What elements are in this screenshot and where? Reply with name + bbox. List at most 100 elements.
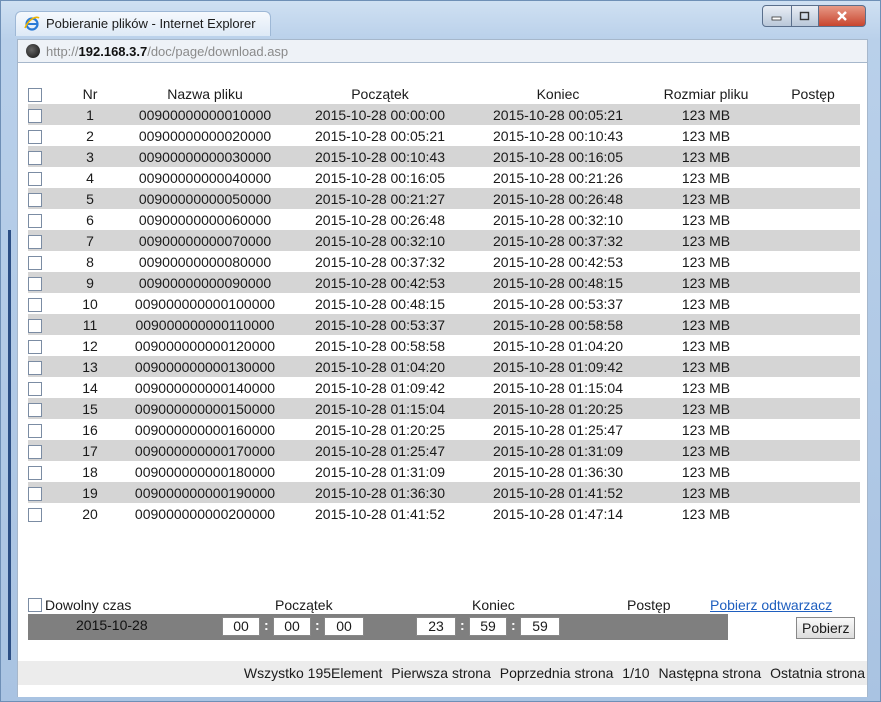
table-row[interactable]: 3 00900000000030000 2015-10-28 00:10:43 201…	[28, 146, 860, 167]
table-row[interactable]: 8 00900000000080000 2015-10-28 00:37:32 201…	[28, 251, 860, 272]
row-select-cell	[28, 188, 60, 209]
table-row[interactable]: 6 00900000000060000 2015-10-28 00:26:48 201…	[28, 209, 860, 230]
cell-name: 009000000000160000	[120, 419, 290, 440]
start-minute-input[interactable]: 00	[273, 617, 311, 636]
table-row[interactable]: 10 009000000000100000 2015-10-28 00:48:15 2…	[28, 293, 860, 314]
close-button[interactable]	[819, 5, 866, 27]
table-row[interactable]: 16 009000000000160000 2015-10-28 01:20:25 2…	[28, 419, 860, 440]
table-row[interactable]: 1 00900000000010000 2015-10-28 00:00:00 201…	[28, 104, 860, 125]
cell-end: 2015-10-28 01:47:14	[470, 503, 646, 524]
cell-size: 123 MB	[646, 146, 766, 167]
row-checkbox[interactable]	[28, 171, 42, 186]
window-title: Pobieranie plików - Internet Explorer	[46, 16, 256, 31]
row-checkbox[interactable]	[28, 192, 42, 207]
pager-next-page[interactable]: Następna strona	[658, 665, 761, 681]
table-row[interactable]: 14 009000000000140000 2015-10-28 01:09:42 2…	[28, 377, 860, 398]
minimize-button[interactable]	[762, 5, 792, 27]
table-row[interactable]: 7 00900000000070000 2015-10-28 00:32:10 201…	[28, 230, 860, 251]
cell-progress	[766, 209, 860, 230]
table-row[interactable]: 5 00900000000050000 2015-10-28 00:21:27 201…	[28, 188, 860, 209]
table-row[interactable]: 11 009000000000110000 2015-10-28 00:53:37 2…	[28, 314, 860, 335]
cell-progress	[766, 230, 860, 251]
cell-end: 2015-10-28 01:20:25	[470, 398, 646, 419]
row-select-cell	[28, 398, 60, 419]
row-checkbox[interactable]	[28, 486, 42, 501]
row-checkbox[interactable]	[28, 381, 42, 396]
table-row[interactable]: 19 009000000000190000 2015-10-28 01:36:30 2…	[28, 482, 860, 503]
row-checkbox[interactable]	[28, 318, 42, 333]
cell-nr: 4	[60, 167, 120, 188]
start-hour-input[interactable]: 00	[222, 617, 260, 636]
table-row[interactable]: 9 00900000000090000 2015-10-28 00:42:53 201…	[28, 272, 860, 293]
progress-label: Postęp	[627, 597, 671, 613]
end-hour-input[interactable]: 23	[416, 617, 456, 636]
cell-size: 123 MB	[646, 356, 766, 377]
table-row[interactable]: 4 00900000000040000 2015-10-28 00:16:05 201…	[28, 167, 860, 188]
row-checkbox[interactable]	[28, 360, 42, 375]
table-row[interactable]: 15 009000000000150000 2015-10-28 01:15:04 2…	[28, 398, 860, 419]
cell-end: 2015-10-28 00:53:37	[470, 293, 646, 314]
anytime-checkbox[interactable]	[28, 598, 42, 612]
cell-size: 123 MB	[646, 377, 766, 398]
row-checkbox[interactable]	[28, 507, 42, 522]
row-checkbox[interactable]	[28, 423, 42, 438]
row-checkbox[interactable]	[28, 339, 42, 354]
cell-nr: 18	[60, 461, 120, 482]
cell-size: 123 MB	[646, 209, 766, 230]
row-checkbox[interactable]	[28, 276, 42, 291]
cell-start: 2015-10-28 00:48:15	[290, 293, 470, 314]
cell-end: 2015-10-28 01:36:30	[470, 461, 646, 482]
pager-first-page[interactable]: Pierwsza strona	[391, 665, 491, 681]
download-button[interactable]: Pobierz	[796, 617, 856, 639]
row-checkbox[interactable]	[28, 297, 42, 312]
cell-end: 2015-10-28 00:32:10	[470, 209, 646, 230]
cell-name: 00900000000050000	[120, 188, 290, 209]
table-row[interactable]: 13 009000000000130000 2015-10-28 01:04:20 2…	[28, 356, 860, 377]
cell-nr: 17	[60, 440, 120, 461]
maximize-button[interactable]	[792, 5, 819, 27]
cell-end: 2015-10-28 00:05:21	[470, 104, 646, 125]
row-checkbox[interactable]	[28, 234, 42, 249]
title-bar: Pobieranie plików - Internet Explorer	[7, 3, 876, 37]
row-select-cell	[28, 251, 60, 272]
table-row[interactable]: 2 00900000000020000 2015-10-28 00:05:21 201…	[28, 125, 860, 146]
row-checkbox[interactable]	[28, 255, 42, 270]
cell-size: 123 MB	[646, 293, 766, 314]
cell-end: 2015-10-28 01:09:42	[470, 356, 646, 377]
row-checkbox[interactable]	[28, 129, 42, 144]
cell-start: 2015-10-28 00:16:05	[290, 167, 470, 188]
select-all-checkbox[interactable]	[28, 87, 42, 102]
close-icon	[837, 11, 847, 21]
address-bar[interactable]: http:// 192.168.3.7 /doc/page/download.a…	[17, 39, 868, 63]
header-size: Rozmiar pliku	[663, 85, 749, 102]
select-all-cell	[28, 83, 60, 104]
file-table: Nr Nazwa pliku Początek Koniec Rozmiar p…	[28, 83, 860, 524]
row-select-cell	[28, 293, 60, 314]
row-checkbox[interactable]	[28, 402, 42, 417]
row-checkbox[interactable]	[28, 465, 42, 480]
end-minute-input[interactable]: 59	[469, 617, 507, 636]
cell-name: 00900000000010000	[120, 104, 290, 125]
download-player-link[interactable]: Pobierz odtwarzacz	[710, 597, 832, 613]
row-checkbox[interactable]	[28, 150, 42, 165]
table-row[interactable]: 18 009000000000180000 2015-10-28 01:31:09 2…	[28, 461, 860, 482]
cell-end: 2015-10-28 00:21:26	[470, 167, 646, 188]
cell-nr: 20	[60, 503, 120, 524]
cell-size: 123 MB	[646, 440, 766, 461]
row-checkbox[interactable]	[28, 444, 42, 459]
row-checkbox[interactable]	[28, 213, 42, 228]
page-icon	[26, 44, 40, 58]
cell-size: 123 MB	[646, 230, 766, 251]
table-row[interactable]: 20 009000000000200000 2015-10-28 01:41:52 2…	[28, 503, 860, 524]
row-checkbox[interactable]	[28, 108, 42, 123]
cell-size: 123 MB	[646, 272, 766, 293]
cell-name: 00900000000040000	[120, 167, 290, 188]
pager-last-page[interactable]: Ostatnia strona	[770, 665, 865, 681]
pager-previous-page[interactable]: Poprzednia strona	[500, 665, 614, 681]
row-select-cell	[28, 356, 60, 377]
cell-progress	[766, 503, 860, 524]
end-second-input[interactable]: 59	[520, 617, 560, 636]
table-row[interactable]: 12 009000000000120000 2015-10-28 00:58:58 2…	[28, 335, 860, 356]
table-row[interactable]: 17 009000000000170000 2015-10-28 01:25:47 2…	[28, 440, 860, 461]
start-second-input[interactable]: 00	[324, 617, 364, 636]
